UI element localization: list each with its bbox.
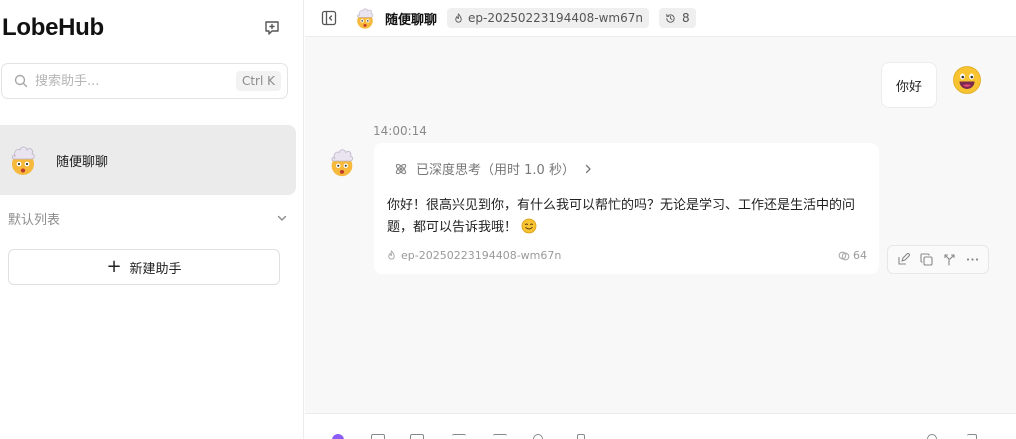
assistant-message-body: 你好！很高兴见到你，有什么我可以帮忙的吗？无论是学习、工作还是生活中的问题，都可… bbox=[387, 195, 867, 239]
group-label: 默认列表 bbox=[8, 212, 61, 228]
search-icon bbox=[14, 74, 28, 88]
temperature-icon[interactable] bbox=[452, 434, 466, 439]
edit-button[interactable] bbox=[895, 251, 913, 269]
chat-title: 随便聊聊 bbox=[385, 12, 438, 28]
settings-icon[interactable] bbox=[927, 434, 937, 439]
sidebar-collapse-icon bbox=[321, 10, 337, 26]
more-icon bbox=[966, 258, 979, 261]
plus-icon: + bbox=[106, 256, 122, 277]
message-actions bbox=[887, 245, 989, 274]
history-count-tag[interactable]: 8 bbox=[658, 8, 696, 28]
chevron-right-icon bbox=[585, 164, 591, 173]
smiling-face-emoji bbox=[521, 218, 537, 234]
branch-icon bbox=[944, 254, 955, 266]
token-count-value: 64 bbox=[853, 249, 867, 262]
search-shortcut: Ctrl K bbox=[235, 71, 281, 91]
reasoning-label: 已深度思考（用时 1.0 秒） bbox=[416, 163, 575, 178]
user-message-text: 你好 bbox=[895, 79, 922, 95]
message-time: 14:00:14 bbox=[373, 124, 427, 138]
copy-icon bbox=[920, 253, 933, 266]
search-input[interactable] bbox=[35, 73, 236, 89]
exploding-head-avatar bbox=[11, 146, 35, 175]
model-flame-icon bbox=[388, 250, 395, 260]
model-switch-icon[interactable] bbox=[332, 434, 344, 439]
assistant-avatar bbox=[357, 8, 374, 29]
more-button[interactable] bbox=[964, 251, 982, 269]
history-count: 8 bbox=[681, 11, 690, 25]
message-model-meta: ep-20250223194408-wm67n bbox=[386, 249, 561, 262]
session-label: 随便聊聊 bbox=[56, 154, 109, 170]
app-logo: LobeHub bbox=[2, 14, 104, 41]
edit-icon bbox=[898, 253, 910, 265]
reasoning-toggle[interactable]: 已深度思考（用时 1.0 秒） bbox=[394, 159, 593, 178]
token-icon bbox=[838, 251, 850, 260]
new-assistant-button[interactable]: + 新建助手 bbox=[8, 249, 280, 285]
atom-icon bbox=[395, 163, 407, 174]
token-count: 64 bbox=[838, 249, 867, 262]
chat-main: 随便聊聊 ep-20250223194408-wm67n 8 你好 14:00:… bbox=[305, 0, 1016, 439]
chevron-down-icon bbox=[277, 215, 287, 221]
assistant-message-avatar[interactable] bbox=[326, 146, 358, 178]
clear-icon[interactable] bbox=[577, 434, 585, 439]
file-upload-icon[interactable] bbox=[371, 434, 385, 439]
branch-button[interactable] bbox=[941, 251, 959, 269]
mic-icon[interactable] bbox=[533, 434, 543, 439]
new-assistant-label: 新建助手 bbox=[129, 261, 182, 277]
message-model-name: ep-20250223194408-wm67n bbox=[401, 249, 562, 262]
user-message: 你好 bbox=[881, 62, 937, 108]
history-limit-icon[interactable] bbox=[493, 434, 507, 439]
group-default-list[interactable]: 默认列表 bbox=[8, 205, 288, 231]
user-avatar[interactable] bbox=[952, 65, 982, 95]
new-chat-button[interactable] bbox=[258, 14, 286, 42]
search-box[interactable]: Ctrl K bbox=[1, 63, 288, 99]
sidebar: LobeHub Ctrl K 随便聊聊 默认列表 + 新建助手 bbox=[0, 0, 304, 439]
history-icon bbox=[666, 13, 675, 23]
assistant-message: 已深度思考（用时 1.0 秒） 你好！很高兴见到你，有什么我可以帮忙的吗？无论是… bbox=[374, 143, 879, 274]
assistant-message-text: 你好！很高兴见到你，有什么我可以帮忙的吗？无论是学习、工作还是生活中的问题，都可… bbox=[387, 198, 856, 235]
chat-header: 随便聊聊 ep-20250223194408-wm67n 8 bbox=[305, 0, 1016, 37]
copy-button[interactable] bbox=[918, 251, 936, 269]
message-plus-icon bbox=[265, 21, 279, 35]
chat-input-toolbar bbox=[305, 413, 1016, 439]
knowledge-icon[interactable] bbox=[410, 434, 424, 439]
session-item-active[interactable]: 随便聊聊 bbox=[0, 125, 296, 195]
model-flame-icon bbox=[455, 12, 462, 23]
model-tag[interactable]: ep-20250223194408-wm67n bbox=[447, 8, 649, 28]
model-name: ep-20250223194408-wm67n bbox=[468, 11, 643, 25]
panel-toggle-button[interactable] bbox=[319, 8, 339, 28]
expand-icon[interactable] bbox=[967, 434, 977, 439]
